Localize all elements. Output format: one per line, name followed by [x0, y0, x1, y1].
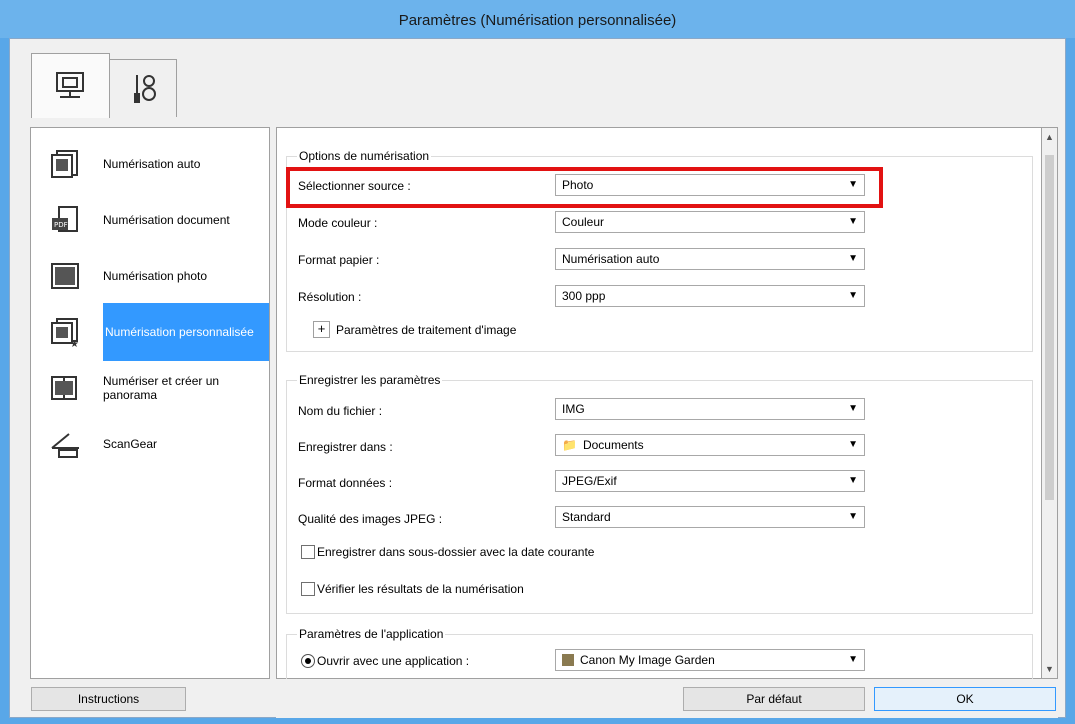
- sidebar-item-panorama[interactable]: Numériser et créer un panorama: [31, 359, 269, 417]
- settings-scrollbar[interactable]: ▲ ▼: [1041, 127, 1058, 679]
- chevron-down-icon: ▼: [848, 654, 858, 665]
- sidebar-item-auto-scan[interactable]: Numérisation auto: [31, 135, 269, 193]
- save-in-value: Documents: [582, 438, 644, 452]
- instructions-button[interactable]: Instructions: [31, 687, 186, 711]
- group-title: Enregistrer les paramètres: [297, 373, 443, 387]
- jpeg-quality-label: Qualité des images JPEG :: [298, 512, 443, 526]
- open-with-app-label: Ouvrir avec une application :: [317, 654, 470, 668]
- paper-size-value: Numérisation auto: [562, 252, 660, 266]
- chevron-down-icon: ▼: [848, 290, 858, 301]
- open-with-app-radio[interactable]: [301, 654, 315, 668]
- color-mode-value: Couleur: [562, 215, 605, 229]
- sidebar-item-custom-scan[interactable]: ★ Numérisation personnalisée: [31, 303, 269, 361]
- file-name-label: Nom du fichier :: [298, 404, 383, 418]
- auto-scan-icon: [51, 150, 78, 178]
- photo-scan-icon: [51, 263, 79, 289]
- save-in-dropdown[interactable]: 📁 Documents ▼: [555, 434, 865, 456]
- file-name-combobox[interactable]: IMG ▼: [555, 398, 865, 420]
- select-source-highlight: [286, 167, 883, 208]
- scan-mode-list: Numérisation auto PDF Numérisation docum…: [30, 127, 270, 679]
- sidebar-item-document-scan[interactable]: PDF Numérisation document: [31, 191, 269, 249]
- resolution-label: Résolution :: [298, 290, 362, 304]
- sidebar-item-photo-scan[interactable]: Numérisation photo: [31, 247, 269, 305]
- tools-icon: [134, 74, 156, 103]
- color-mode-label: Mode couleur :: [298, 216, 378, 230]
- chevron-down-icon: ▼: [848, 253, 858, 264]
- open-with-app-value: Canon My Image Garden: [580, 653, 715, 667]
- jpeg-quality-dropdown[interactable]: Standard ▼: [555, 506, 865, 528]
- group-title: Paramètres de l'application: [297, 627, 446, 641]
- check-results-checkbox[interactable]: [301, 582, 315, 596]
- data-format-label: Format données :: [298, 476, 393, 490]
- sidebar-item-label: Numériser et créer un panorama: [103, 374, 220, 402]
- document-scan-icon: PDF: [52, 206, 78, 232]
- scrollbar-thumb[interactable]: [1045, 155, 1054, 500]
- svg-text:PDF: PDF: [54, 221, 68, 229]
- ok-button[interactable]: OK: [874, 687, 1056, 711]
- dialog-client-area: Numérisation auto PDF Numérisation docum…: [9, 38, 1066, 718]
- data-format-value: JPEG/Exif: [562, 474, 617, 488]
- default-button[interactable]: Par défaut: [683, 687, 865, 711]
- image-processing-label: Paramètres de traitement d'image: [336, 323, 517, 337]
- scangear-icon: [51, 433, 79, 458]
- tab-general-settings[interactable]: [109, 59, 177, 117]
- subfolder-checkbox[interactable]: [301, 545, 315, 559]
- expand-image-processing-button[interactable]: +: [313, 321, 330, 338]
- settings-window: Paramètres (Numérisation personnalisée): [0, 0, 1075, 724]
- color-mode-dropdown[interactable]: Couleur ▼: [555, 211, 865, 233]
- chevron-down-icon: ▼: [848, 475, 858, 486]
- chevron-down-icon: ▼: [848, 403, 858, 414]
- panorama-icon: [51, 376, 77, 400]
- sidebar-item-label: Numérisation document: [103, 213, 230, 227]
- window-title: Paramètres (Numérisation personnalisée): [0, 0, 1075, 38]
- resolution-dropdown[interactable]: 300 ppp ▼: [555, 285, 865, 307]
- data-format-dropdown[interactable]: JPEG/Exif ▼: [555, 470, 865, 492]
- tab-scan-from-computer[interactable]: [31, 53, 110, 118]
- sidebar-item-label: Numérisation personnalisée: [103, 303, 269, 361]
- sidebar-item-scangear[interactable]: ScanGear: [31, 415, 269, 473]
- sidebar-item-label: ScanGear: [103, 437, 158, 451]
- svg-text:★: ★: [70, 339, 79, 348]
- chevron-down-icon: ▼: [848, 216, 858, 227]
- sidebar-item-label: Numérisation auto: [103, 157, 201, 171]
- subfolder-label: Enregistrer dans sous-dossier avec la da…: [317, 545, 595, 559]
- sidebar-item-label: Numérisation photo: [103, 269, 208, 283]
- resolution-value: 300 ppp: [562, 289, 606, 303]
- group-title: Options de numérisation: [297, 149, 432, 163]
- file-name-value: IMG: [562, 402, 585, 416]
- check-results-label: Vérifier les résultats de la numérisatio…: [317, 582, 524, 596]
- open-with-app-dropdown[interactable]: Canon My Image Garden ▼: [555, 649, 865, 671]
- computer-scan-icon: [55, 72, 84, 98]
- custom-scan-icon: ★: [51, 318, 79, 348]
- folder-icon: 📁: [562, 438, 577, 452]
- scroll-down-icon[interactable]: ▼: [1045, 664, 1054, 674]
- paper-size-label: Format papier :: [298, 253, 380, 267]
- jpeg-quality-value: Standard: [562, 510, 611, 524]
- chevron-down-icon: ▼: [848, 439, 858, 450]
- app-icon: [562, 654, 574, 666]
- save-in-label: Enregistrer dans :: [298, 440, 393, 454]
- chevron-down-icon: ▼: [848, 511, 858, 522]
- scroll-up-icon[interactable]: ▲: [1045, 132, 1054, 142]
- paper-size-dropdown[interactable]: Numérisation auto ▼: [555, 248, 865, 270]
